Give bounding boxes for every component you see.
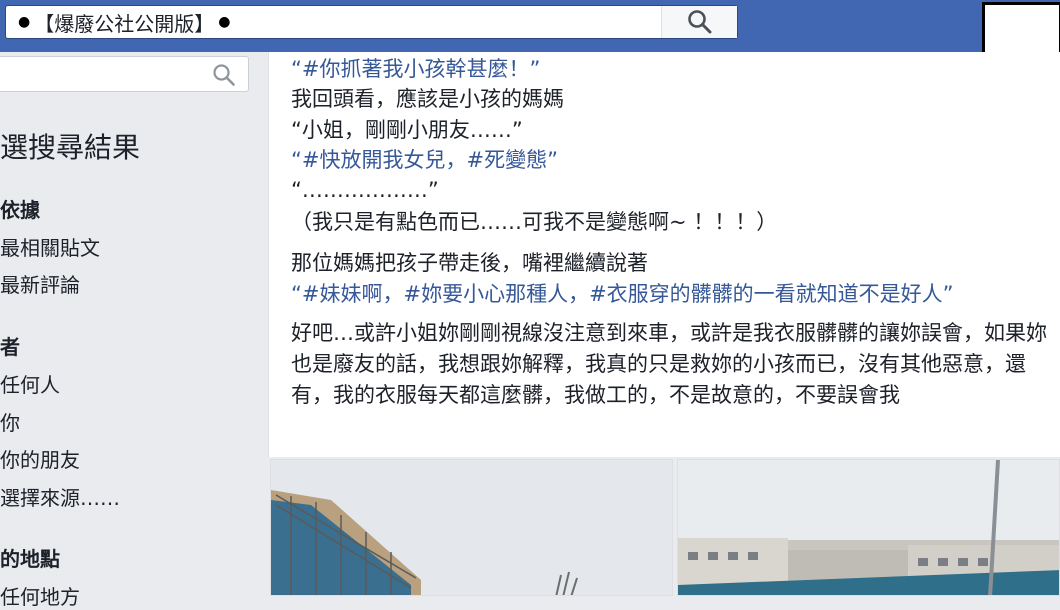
post-line: “#你抓著我小孩幹甚麼！” [291, 57, 541, 81]
filter-sidebar: 選搜尋結果 依據 最相關貼文 最新評論 者 任何人 你 你的朋友 選擇來源…… … [0, 52, 268, 609]
filter-item-anyone[interactable]: 任何人 [0, 369, 60, 398]
sidebar-search-input[interactable] [0, 56, 249, 92]
filter-item-choose-source[interactable]: 選擇來源…… [0, 482, 120, 511]
filter-heading-poster: 者 [0, 335, 20, 359]
sidebar-title: 選搜尋結果 [0, 131, 141, 164]
construction-photo [271, 460, 672, 595]
filter-item-most-relevant[interactable]: 最相關貼文 [0, 232, 100, 261]
post-line: 那位媽媽把孩子帶走後，嘴裡繼續說著 [291, 251, 648, 275]
search-input[interactable]: ● 【爆廢公社公開版】 ● [5, 5, 738, 39]
bullet-right: ● [218, 14, 231, 30]
post-line: “………………” [291, 178, 439, 202]
post-line: 我回頭看，應該是小孩的媽媽 [291, 87, 564, 111]
building-photo [678, 460, 1059, 595]
post-line: “#妹妹啊，#妳要小心那種人，#衣服穿的髒髒的一看就知道不是好人” [291, 282, 954, 306]
post-line: （我只是有點色而已……可我不是變態啊~ ！！！） [291, 210, 778, 234]
search-query[interactable]: 【爆廢公社公開版】 [30, 8, 214, 37]
search-icon [687, 10, 711, 34]
search-button[interactable] [661, 6, 737, 38]
search-icon [213, 64, 235, 86]
filter-item-you[interactable]: 你 [0, 407, 20, 436]
profile-box[interactable] [982, 2, 1060, 58]
post-line: “#快放開我女兒，#死變態” [291, 148, 558, 172]
bullet-left: ● [18, 14, 31, 30]
filter-item-friends[interactable]: 你的朋友 [0, 444, 80, 473]
post-line: “小姐，剛剛小朋友……” [291, 118, 523, 142]
filter-item-latest[interactable]: 最新評論 [0, 269, 80, 298]
filter-heading-location: 的地點 [0, 547, 60, 571]
filter-heading-sort: 依據 [0, 198, 40, 222]
post-paragraph: 好吧…或許小姐妳剛剛視線沒注意到來車，或許是我衣服髒髒的讓妳誤會，如果妳也是廢友… [291, 321, 1047, 407]
post-photo-construction[interactable] [270, 459, 673, 596]
post-photo-building[interactable] [677, 459, 1060, 596]
top-bar: ● 【爆廢公社公開版】 ● [0, 0, 1060, 58]
post-body: “#你抓著我小孩幹甚麼！” 我回頭看，應該是小孩的媽媽 “小姐，剛剛小朋友……”… [268, 52, 1060, 457]
